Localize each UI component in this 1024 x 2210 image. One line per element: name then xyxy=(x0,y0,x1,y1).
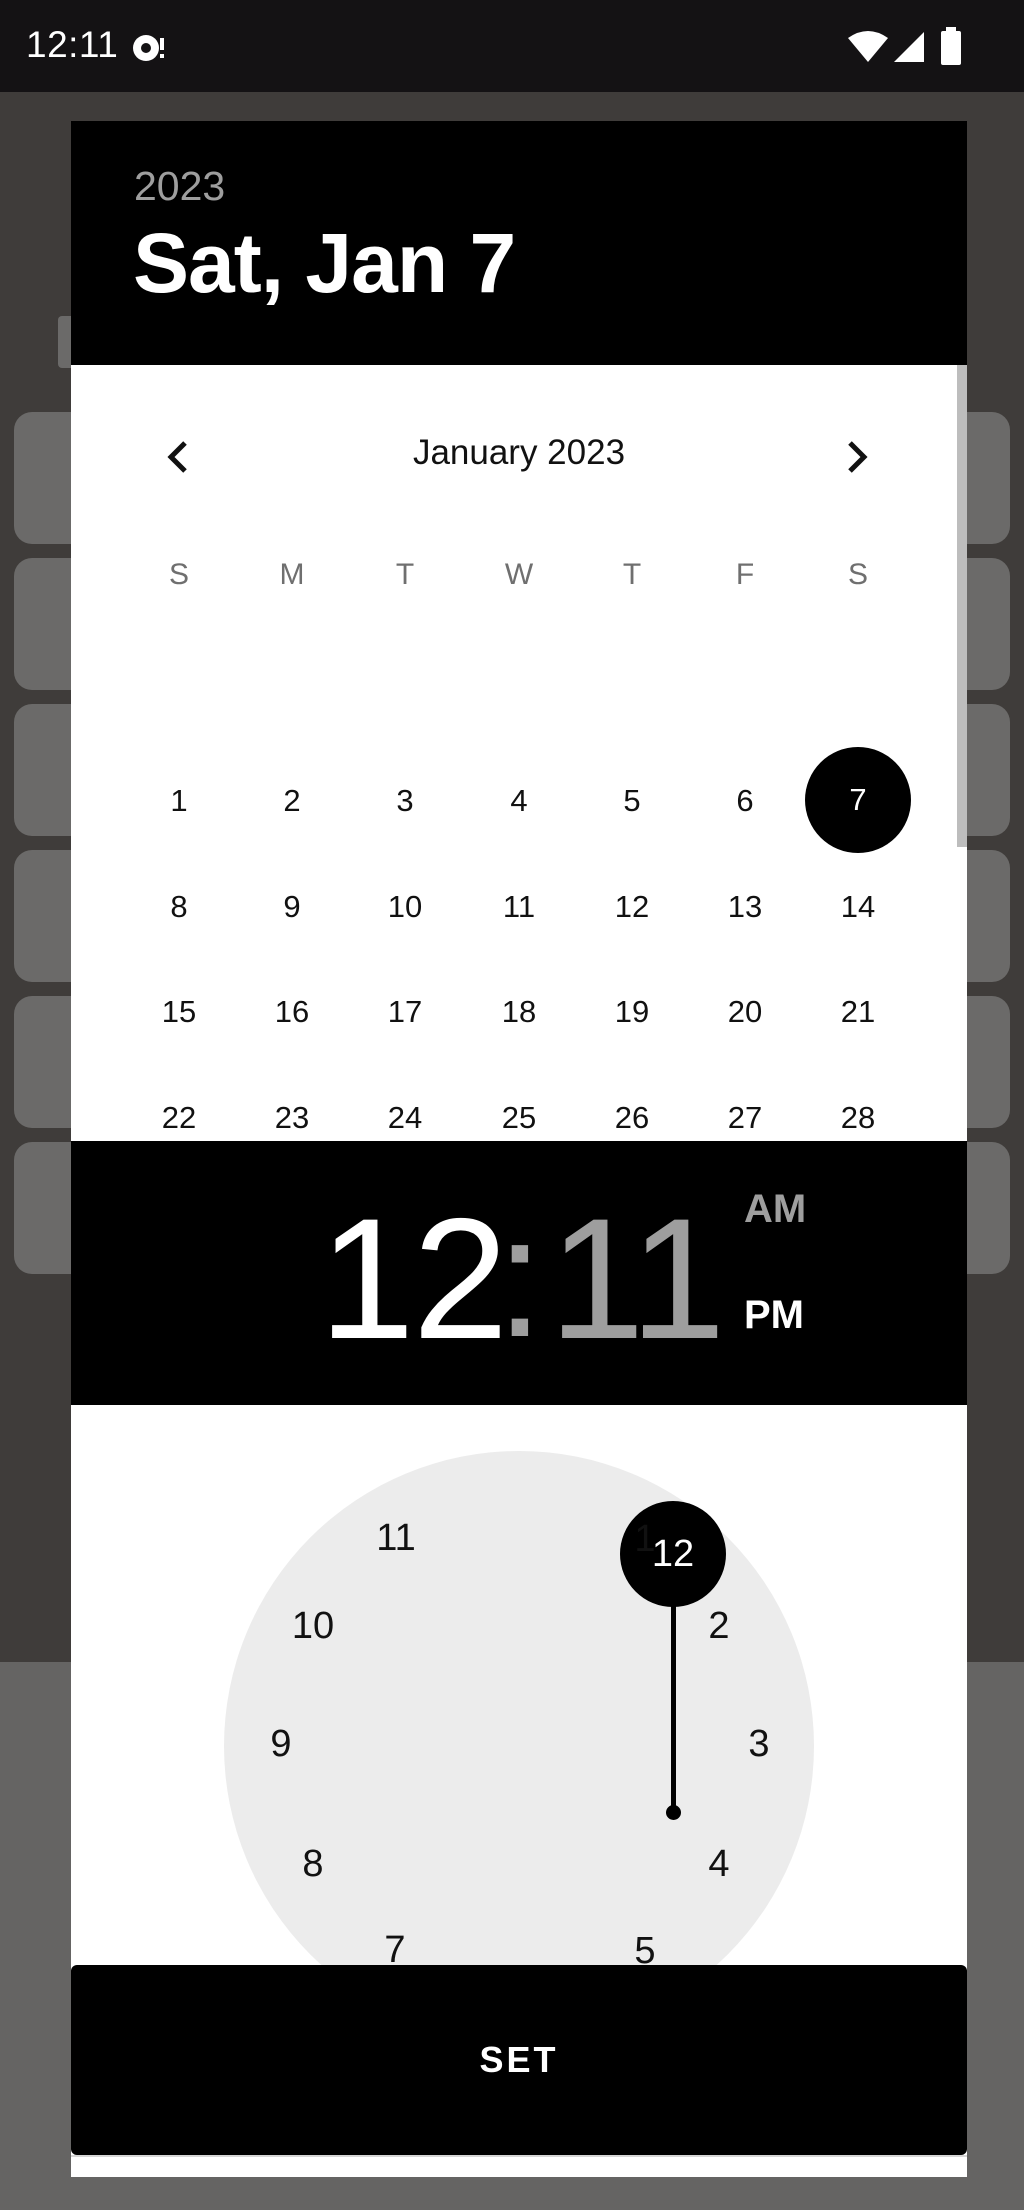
calendar-day[interactable]: 15 xyxy=(139,994,219,1030)
calendar-day[interactable]: 20 xyxy=(705,994,785,1030)
calendar-day[interactable]: 2 xyxy=(252,783,332,819)
weekday-label: S xyxy=(168,558,189,591)
time-minute[interactable]: 11 xyxy=(549,1193,726,1365)
notification-icon xyxy=(133,35,164,61)
calendar-day[interactable]: 17 xyxy=(365,994,445,1030)
calendar-day[interactable]: 1 xyxy=(139,783,219,819)
calendar-day[interactable]: 21 xyxy=(818,994,898,1030)
weekday-label: M xyxy=(279,558,305,591)
am-toggle[interactable]: AM xyxy=(744,1187,806,1232)
clock-hand xyxy=(671,1601,676,1811)
clock-number[interactable]: 9 xyxy=(246,1719,316,1769)
calendar-day[interactable]: 13 xyxy=(705,889,785,925)
header-year[interactable]: 2023 xyxy=(134,163,225,210)
date-header: 2023 Sat, Jan 7 xyxy=(71,121,967,365)
status-bar: 12:11 xyxy=(0,0,1024,92)
calendar-day[interactable]: 9 xyxy=(252,889,332,925)
calendar-day[interactable]: 14 xyxy=(818,889,898,925)
clock-number[interactable]: 8 xyxy=(278,1839,348,1889)
clock-number[interactable]: 3 xyxy=(724,1719,794,1769)
weekday-label: S xyxy=(847,558,868,591)
calendar-day[interactable]: 11 xyxy=(479,889,559,925)
weekday-label: F xyxy=(735,558,755,591)
time-header: 12 : 11 AM PM xyxy=(71,1141,967,1405)
calendar-day[interactable]: 19 xyxy=(592,994,672,1030)
set-button[interactable]: SET xyxy=(71,1965,967,2155)
calendar-day[interactable]: 12 xyxy=(592,889,672,925)
calendar-day[interactable]: 26 xyxy=(592,1100,672,1136)
wifi-icon xyxy=(848,31,888,62)
calendar-day[interactable]: 16 xyxy=(252,994,332,1030)
calendar-day[interactable]: 22 xyxy=(139,1100,219,1136)
calendar-day[interactable]: 28 xyxy=(818,1100,898,1136)
clock-number[interactable]: 1 xyxy=(610,1514,680,1564)
clock-number[interactable]: 10 xyxy=(278,1601,348,1651)
calendar-day[interactable]: 3 xyxy=(365,783,445,819)
calendar-day[interactable]: 8 xyxy=(139,889,219,925)
calendar-day[interactable]: 27 xyxy=(705,1100,785,1136)
calendar-day[interactable]: 24 xyxy=(365,1100,445,1136)
weekday-label: W xyxy=(504,558,534,591)
selected-day-label: 7 xyxy=(849,782,867,817)
pm-toggle[interactable]: PM xyxy=(744,1293,804,1338)
calendar-day[interactable]: 18 xyxy=(479,994,559,1030)
chevron-right-icon xyxy=(848,441,868,473)
time-hour[interactable]: 12 xyxy=(319,1193,508,1365)
calendar-day[interactable]: 10 xyxy=(365,889,445,925)
date-time-picker-dialog: 2023 Sat, Jan 7 January 2023 S M T W T F… xyxy=(71,121,967,2177)
clock-number[interactable]: 11 xyxy=(361,1513,431,1563)
time-separator: : xyxy=(496,1181,544,1373)
calendar-day[interactable]: 6 xyxy=(705,783,785,819)
set-button-label: SET xyxy=(479,2039,559,2080)
calendar-day[interactable]: 4 xyxy=(479,783,559,819)
status-time: 12:11 xyxy=(26,24,119,65)
calendar-day-selected[interactable]: 7 xyxy=(805,747,911,853)
calendar-day[interactable]: 23 xyxy=(252,1100,332,1136)
battery-icon xyxy=(941,27,961,65)
clock-face[interactable]: 12 1 2 3 4 5 6 7 8 9 10 11 xyxy=(224,1451,814,2041)
weekday-label: T xyxy=(395,558,415,591)
weekday-label: T xyxy=(622,558,642,591)
calendar-day[interactable]: 25 xyxy=(479,1100,559,1136)
clock-number[interactable]: 4 xyxy=(684,1839,754,1889)
dialog-bottom-edge xyxy=(71,2155,967,2177)
next-month-button[interactable] xyxy=(827,427,887,487)
clock-center-dot xyxy=(666,1805,681,1820)
clock-number[interactable]: 2 xyxy=(684,1601,754,1651)
calendar-day[interactable]: 5 xyxy=(592,783,672,819)
calendar-month-view: January 2023 S M T W T F S 1 2 3 4 5 6 7… xyxy=(71,365,967,1141)
cellular-signal-icon xyxy=(894,32,924,62)
header-date[interactable]: Sat, Jan 7 xyxy=(133,215,516,312)
